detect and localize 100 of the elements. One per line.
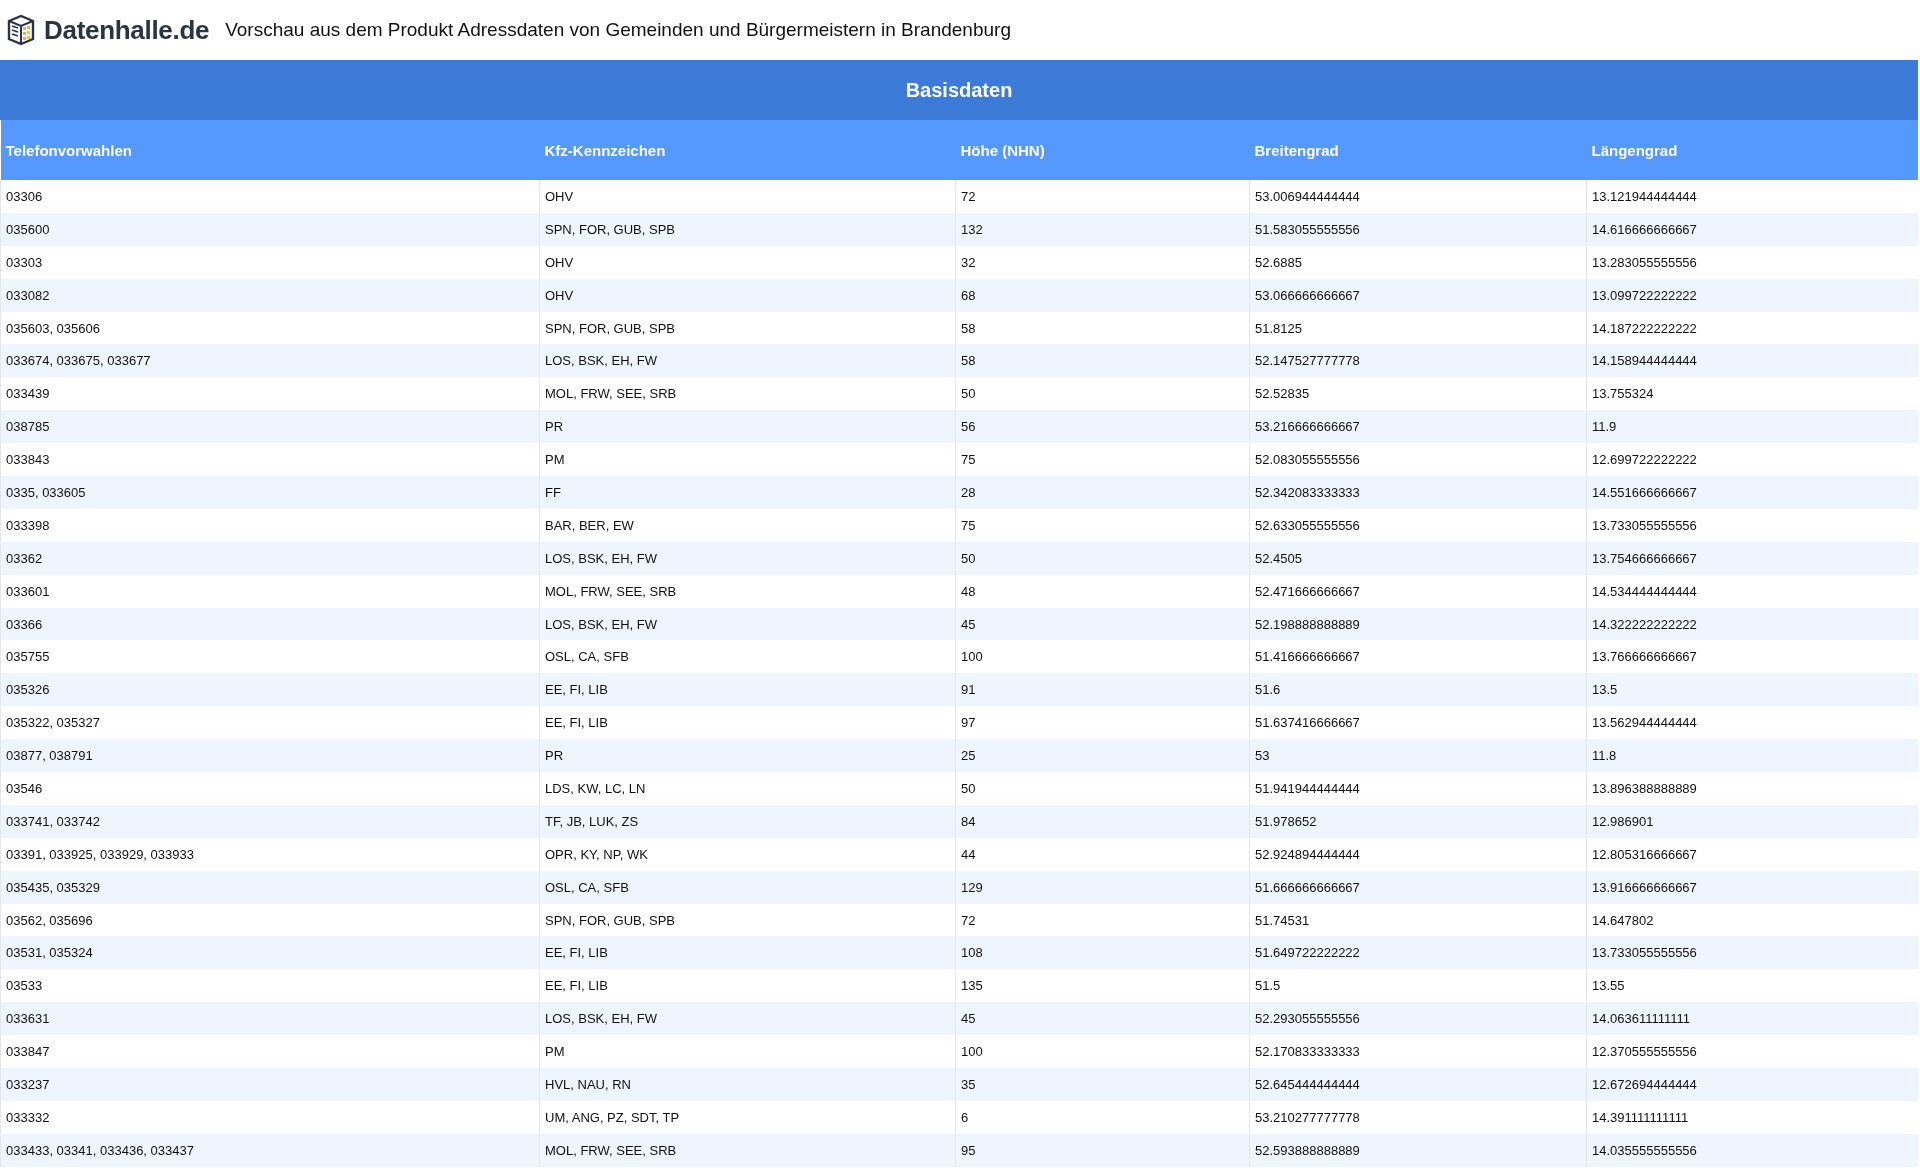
table-cell: 12.805316666667 xyxy=(1586,837,1918,871)
table-cell: FF xyxy=(539,476,956,509)
table-cell: 51.666666666667 xyxy=(1249,870,1587,904)
table-cell: 14.551666666667 xyxy=(1586,476,1918,509)
table-cell: 03362 xyxy=(0,541,540,575)
table-cell: 52.6885 xyxy=(1249,245,1587,279)
table-cell: 03303 xyxy=(0,245,540,279)
table-cell: 13.283055555556 xyxy=(1586,245,1918,279)
table-cell: 45 xyxy=(955,607,1250,641)
column-header: Längengrad xyxy=(1586,120,1918,180)
table-cell: 68 xyxy=(955,278,1250,312)
table-cell: 44 xyxy=(955,837,1250,871)
table-cell: 52.147527777778 xyxy=(1249,344,1587,378)
table-cell: 033237 xyxy=(0,1068,540,1101)
column-header: Höhe (NHN) xyxy=(955,120,1250,180)
table-cell: 033741, 033742 xyxy=(0,804,540,838)
table-cell: 03366 xyxy=(0,607,540,641)
table-cell: OHV xyxy=(539,278,956,312)
table-cell: 03531, 035324 xyxy=(0,936,540,970)
table-cell: MOL, FRW, SEE, SRB xyxy=(539,574,956,608)
table-cell: MOL, FRW, SEE, SRB xyxy=(539,1133,956,1167)
table-cell: 11.9 xyxy=(1586,410,1918,444)
table-cell: LOS, BSK, EH, FW xyxy=(539,1002,956,1036)
table-cell: 6 xyxy=(955,1100,1250,1134)
table-cell: 28 xyxy=(955,476,1250,509)
table-cell: 53.006944444444 xyxy=(1249,180,1587,213)
table-cell: 033433, 03341, 033436, 033437 xyxy=(0,1133,540,1167)
table-cell: TF, JB, LUK, ZS xyxy=(539,804,956,838)
table-cell: 03306 xyxy=(0,180,540,213)
table-cell: 52.293055555556 xyxy=(1249,1002,1587,1036)
table-cell: 52.633055555556 xyxy=(1249,508,1587,542)
column-header: Breitengrad xyxy=(1249,120,1587,180)
table-cell: 033332 xyxy=(0,1100,540,1134)
table-cell: LDS, KW, LC, LN xyxy=(539,772,956,805)
table-cell: 13.5 xyxy=(1586,673,1918,707)
column-header: Kfz-Kennzeichen xyxy=(539,120,956,180)
table-cell: OPR, KY, NP, WK xyxy=(539,837,956,871)
table-cell: 53.210277777778 xyxy=(1249,1100,1587,1134)
table-cell: EE, FI, LIB xyxy=(539,673,956,707)
table-cell: 129 xyxy=(955,870,1250,904)
table-cell: 14.616666666667 xyxy=(1586,212,1918,246)
table-cell: PR xyxy=(539,410,956,444)
table-cell: 51.6 xyxy=(1249,673,1587,707)
table-cell: 52.4505 xyxy=(1249,541,1587,575)
logo-icon xyxy=(6,14,36,46)
table-cell: 132 xyxy=(955,212,1250,246)
table-cell: 50 xyxy=(955,541,1250,575)
table-cell: 03877, 038791 xyxy=(0,739,540,773)
table-cell: 03546 xyxy=(0,772,540,805)
table-cell: 14.063611111111 xyxy=(1586,1002,1918,1036)
table-cell: 14.391111111111 xyxy=(1586,1100,1918,1134)
table-cell: BAR, BER, EW xyxy=(539,508,956,542)
column-header: Telefonvorwahlen xyxy=(0,120,540,180)
table-cell: 13.121944444444 xyxy=(1586,180,1918,213)
table-cell: 53.066666666667 xyxy=(1249,278,1587,312)
table-cell: 51.941944444444 xyxy=(1249,772,1587,805)
table-cell: 12.672694444444 xyxy=(1586,1068,1918,1101)
table-cell: 75 xyxy=(955,508,1250,542)
table-cell: 0335, 033605 xyxy=(0,476,540,509)
table-cell: 14.158944444444 xyxy=(1586,344,1918,378)
table-cell: 52.342083333333 xyxy=(1249,476,1587,509)
table-cell: 13.916666666667 xyxy=(1586,870,1918,904)
table-cell: 03391, 033925, 033929, 033933 xyxy=(0,837,540,871)
table-cell: 48 xyxy=(955,574,1250,608)
table-cell: 035326 xyxy=(0,673,540,707)
table-cell: 51.583055555556 xyxy=(1249,212,1587,246)
table-cell: 52.471666666667 xyxy=(1249,574,1587,608)
table-cell: SPN, FOR, GUB, SPB xyxy=(539,212,956,246)
table-cell: 13.896388888889 xyxy=(1586,772,1918,805)
table-cell: 12.986901 xyxy=(1586,804,1918,838)
table-cell: 035435, 035329 xyxy=(0,870,540,904)
table-cell: 25 xyxy=(955,739,1250,773)
table-cell: EE, FI, LIB xyxy=(539,936,956,970)
table-cell: LOS, BSK, EH, FW xyxy=(539,541,956,575)
table-cell: 58 xyxy=(955,344,1250,378)
table-cell: 13.733055555556 xyxy=(1586,936,1918,970)
table-cell: 14.322222222222 xyxy=(1586,607,1918,641)
table-cell: 033601 xyxy=(0,574,540,608)
table-cell: OSL, CA, SFB xyxy=(539,870,956,904)
table-cell: 52.593888888889 xyxy=(1249,1133,1587,1167)
table-cell: 56 xyxy=(955,410,1250,444)
table-cell: 53.216666666667 xyxy=(1249,410,1587,444)
table-cell: OHV xyxy=(539,245,956,279)
table-cell: 84 xyxy=(955,804,1250,838)
table-cell: OHV xyxy=(539,180,956,213)
table-cell: 72 xyxy=(955,180,1250,213)
table-cell: 95 xyxy=(955,1133,1250,1167)
table-cell: 52.924894444444 xyxy=(1249,837,1587,871)
table-cell: 11.8 xyxy=(1586,739,1918,773)
table-cell: 32 xyxy=(955,245,1250,279)
table-cell: 13.099722222222 xyxy=(1586,278,1918,312)
logo-text[interactable]: Datenhalle.de xyxy=(44,14,210,46)
table-cell: UM, ANG, PZ, SDT, TP xyxy=(539,1100,956,1134)
table-cell: 035600 xyxy=(0,212,540,246)
table-cell: 033674, 033675, 033677 xyxy=(0,344,540,378)
table-cell: 13.754666666667 xyxy=(1586,541,1918,575)
table-cell: PR xyxy=(539,739,956,773)
table-cell: 13.733055555556 xyxy=(1586,508,1918,542)
table-cell: LOS, BSK, EH, FW xyxy=(539,344,956,378)
page-title: Vorschau aus dem Produkt Adressdaten von Gemeinden und Bürgermeistern in Brandenburg xyxy=(225,19,1011,41)
